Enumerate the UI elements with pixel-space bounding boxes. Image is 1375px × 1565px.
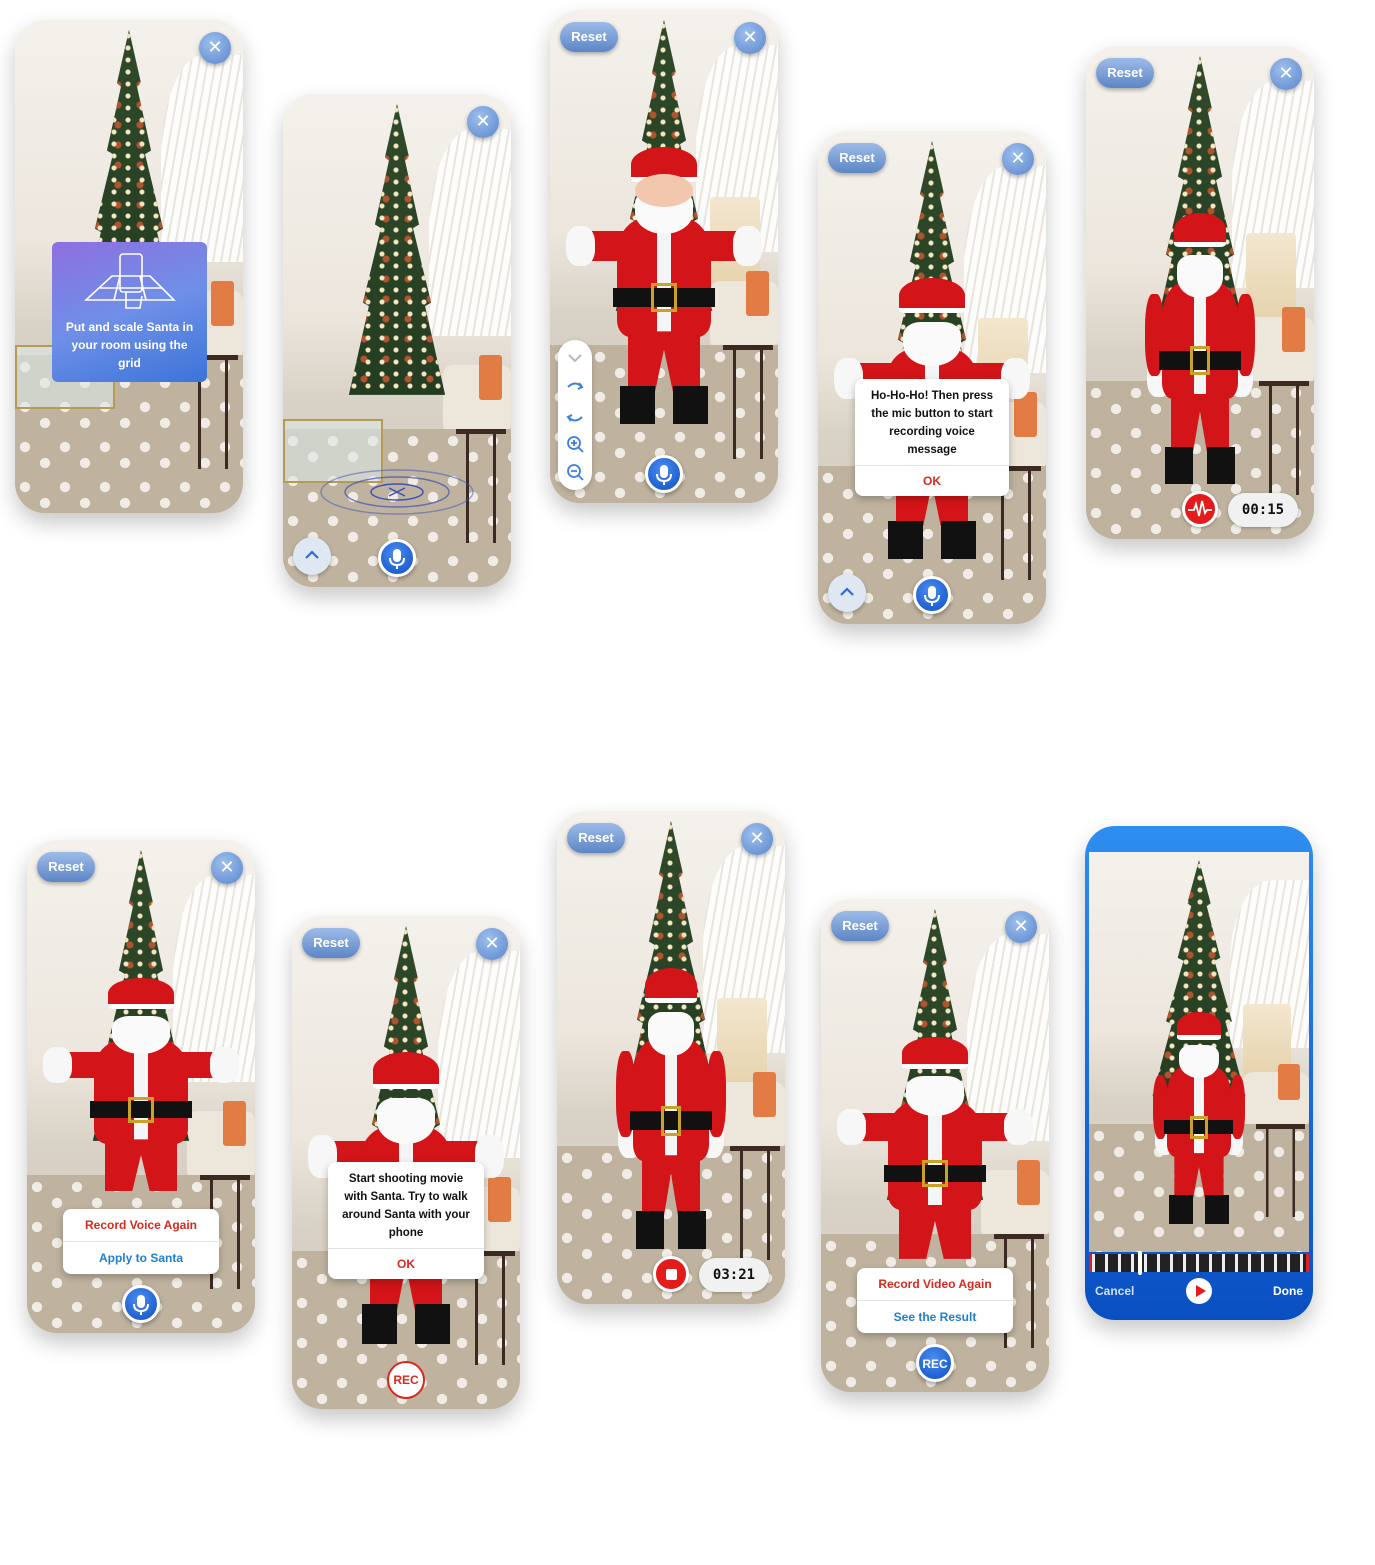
mic-button[interactable] [122,1285,160,1323]
santa-model [1137,1011,1260,1228]
cancel-button[interactable]: Cancel [1095,1284,1134,1298]
zoom-in-icon[interactable] [565,434,585,454]
mic-button[interactable] [913,576,951,614]
close-button[interactable]: ✕ [734,22,766,54]
close-button[interactable]: ✕ [1005,911,1037,943]
reset-button[interactable]: Reset [828,143,886,173]
close-button[interactable]: ✕ [467,106,499,138]
stop-voice-button[interactable] [1182,491,1218,527]
close-icon: ✕ [1010,148,1026,169]
screen-video-options: Record Video Again See the Result REC Re… [821,899,1049,1392]
screen-place-santa: Put and scale Santa in your room using t… [15,20,243,513]
screen-video-recording: 03:21 Reset ✕ [557,811,785,1304]
see-result-button[interactable]: See the Result [857,1301,1013,1333]
instruction-message: Ho-Ho-Ho! Then press the mic button to s… [855,379,1009,466]
video-options-menu: Record Video Again See the Result [857,1268,1013,1333]
mic-icon [924,586,940,606]
screen-movie-instruction: Start shooting movie with Santa. Try to … [292,916,520,1409]
screen-voice-options: Record Voice Again Apply to Santa Reset … [27,840,255,1333]
instruction-message: Start shooting movie with Santa. Try to … [328,1162,484,1249]
reset-button[interactable]: Reset [37,852,95,882]
mic-button[interactable] [378,539,416,577]
screen-video-editor: Cancel Done [1085,826,1313,1320]
room-pillow [211,281,234,326]
placement-grid-target[interactable] [317,467,477,517]
santa-model[interactable] [42,978,240,1225]
close-button[interactable]: ✕ [1002,143,1034,175]
mic-button[interactable] [645,455,683,493]
close-icon: ✕ [484,933,500,954]
santa-model[interactable] [836,1037,1034,1294]
close-icon: ✕ [1013,916,1029,937]
close-icon: ✕ [1278,63,1294,84]
stop-icon [666,1269,677,1280]
mic-icon [133,1295,149,1315]
reset-button[interactable]: Reset [560,22,618,52]
instruction-dialog: Ho-Ho-Ho! Then press the mic button to s… [855,379,1009,496]
voice-timer: 00:15 [1228,493,1298,527]
play-icon [1196,1285,1206,1297]
waveform-icon [1185,494,1215,524]
reset-button[interactable]: Reset [567,823,625,853]
chevron-down-icon[interactable] [565,348,585,368]
screen-grid-placement: ✕ [283,94,511,587]
screen-voice-recording: 00:15 Reset ✕ [1086,46,1314,539]
screen-adjust-santa: Reset ✕ [550,10,778,503]
close-icon: ✕ [742,27,758,48]
phone-grid-icon [83,253,176,309]
ok-button[interactable]: OK [328,1249,484,1279]
voice-options-menu: Record Voice Again Apply to Santa [63,1209,219,1274]
record-voice-again-button[interactable]: Record Voice Again [63,1209,219,1242]
room-side-table [1256,1124,1305,1217]
timeline-cursor[interactable] [1138,1251,1142,1275]
close-button[interactable]: ✕ [199,32,231,64]
video-timer: 03:21 [699,1258,769,1292]
reset-button[interactable]: Reset [831,911,889,941]
close-button[interactable]: ✕ [1270,58,1302,90]
room-pillow [479,355,502,400]
santa-model[interactable] [1127,212,1273,489]
chevron-up-icon [305,550,319,559]
close-icon: ✕ [207,37,223,58]
room-pillow [1278,1064,1301,1100]
mic-icon [389,549,405,569]
expand-button[interactable] [828,574,866,612]
mic-icon [656,465,672,485]
record-video-again-button[interactable]: Record Video Again [857,1268,1013,1301]
close-button[interactable]: ✕ [476,928,508,960]
stop-button[interactable] [653,1256,689,1292]
close-icon: ✕ [749,828,765,849]
rec-button[interactable]: REC [916,1344,954,1382]
rotate-left-icon[interactable] [565,406,585,426]
ok-button[interactable]: OK [855,466,1009,496]
close-button[interactable]: ✕ [211,852,243,884]
expand-button[interactable] [293,537,331,575]
santa-model[interactable] [598,967,744,1255]
chevron-up-icon [840,587,854,596]
santa-model[interactable] [565,147,763,429]
rotate-right-icon[interactable] [565,378,585,398]
zoom-out-icon[interactable] [565,462,585,482]
reset-button[interactable]: Reset [1096,58,1154,88]
done-button[interactable]: Done [1273,1284,1303,1298]
placement-hint-card: Put and scale Santa in your room using t… [52,242,207,382]
close-icon: ✕ [475,111,491,132]
close-button[interactable]: ✕ [741,823,773,855]
room-window [428,128,511,336]
room-pillow [1282,307,1305,352]
video-preview[interactable] [1089,852,1309,1252]
video-timeline[interactable] [1089,1251,1309,1275]
room-pillow [753,1072,776,1117]
instruction-dialog: Start shooting movie with Santa. Try to … [328,1162,484,1279]
reset-button[interactable]: Reset [302,928,360,958]
play-button[interactable] [1186,1278,1212,1304]
close-icon: ✕ [219,857,235,878]
editor-controls: Cancel Done [1085,1274,1313,1310]
rec-button[interactable]: REC [387,1361,425,1399]
screen-voice-instruction: Ho-Ho-Ho! Then press the mic button to s… [818,131,1046,624]
placement-hint-text: Put and scale Santa in your room using t… [65,320,194,370]
apply-to-santa-button[interactable]: Apply to Santa [63,1242,219,1274]
transform-toolbar [558,340,592,490]
room-window [160,54,243,262]
